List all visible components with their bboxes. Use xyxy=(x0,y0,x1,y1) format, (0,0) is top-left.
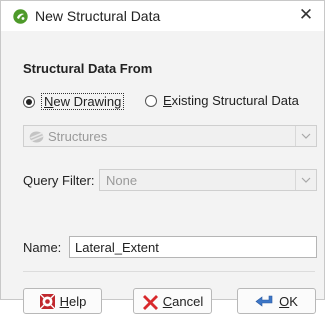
structures-select-value: Structures xyxy=(48,128,108,144)
structures-select[interactable]: Structures xyxy=(23,125,317,147)
title-bar: New Structural Data ✕ xyxy=(1,1,324,31)
chevron-down-icon[interactable] xyxy=(295,126,316,146)
cancel-x-icon xyxy=(142,293,159,310)
query-filter-label: Query Filter: xyxy=(23,173,95,188)
help-label: elp xyxy=(69,293,87,309)
new-drawing-radio[interactable] xyxy=(23,95,35,108)
new-structural-data-dialog: New Structural Data ✕ Structural Data Fr… xyxy=(0,0,325,314)
name-label: Name: xyxy=(23,240,62,255)
help-mnemonic: H xyxy=(59,293,70,309)
section-heading: Structural Data From xyxy=(23,61,153,76)
query-filter-select[interactable]: None xyxy=(99,169,317,191)
existing-structural-data-radio-option[interactable]: Existing Structural Data xyxy=(145,93,299,108)
window-title: New Structural Data xyxy=(35,8,161,24)
name-input[interactable] xyxy=(69,236,317,258)
new-drawing-label: New Drawing xyxy=(41,93,125,110)
close-icon[interactable]: ✕ xyxy=(296,5,316,25)
separator xyxy=(23,271,315,272)
cancel-button[interactable]: Cancel xyxy=(133,288,212,314)
cancel-mnemonic: C xyxy=(162,293,173,309)
ok-label: K xyxy=(289,293,298,309)
help-lifebuoy-icon xyxy=(39,293,56,310)
cancel-label: ancel xyxy=(172,293,204,309)
ok-button[interactable]: OK xyxy=(237,288,316,314)
dialog-body: Structural Data From New Drawing Existin… xyxy=(1,31,324,314)
help-button[interactable]: Help xyxy=(23,288,102,314)
existing-structural-data-radio[interactable] xyxy=(145,94,157,107)
chevron-down-icon[interactable] xyxy=(295,170,316,190)
existing-structural-data-label: Existing Structural Data xyxy=(163,93,299,108)
leapfrog-app-icon xyxy=(13,8,28,24)
ok-mnemonic: O xyxy=(279,293,290,309)
structures-icon xyxy=(29,130,44,143)
new-drawing-radio-option[interactable]: New Drawing xyxy=(23,93,125,110)
query-filter-value: None xyxy=(106,172,138,188)
ok-arrow-icon xyxy=(255,294,275,309)
